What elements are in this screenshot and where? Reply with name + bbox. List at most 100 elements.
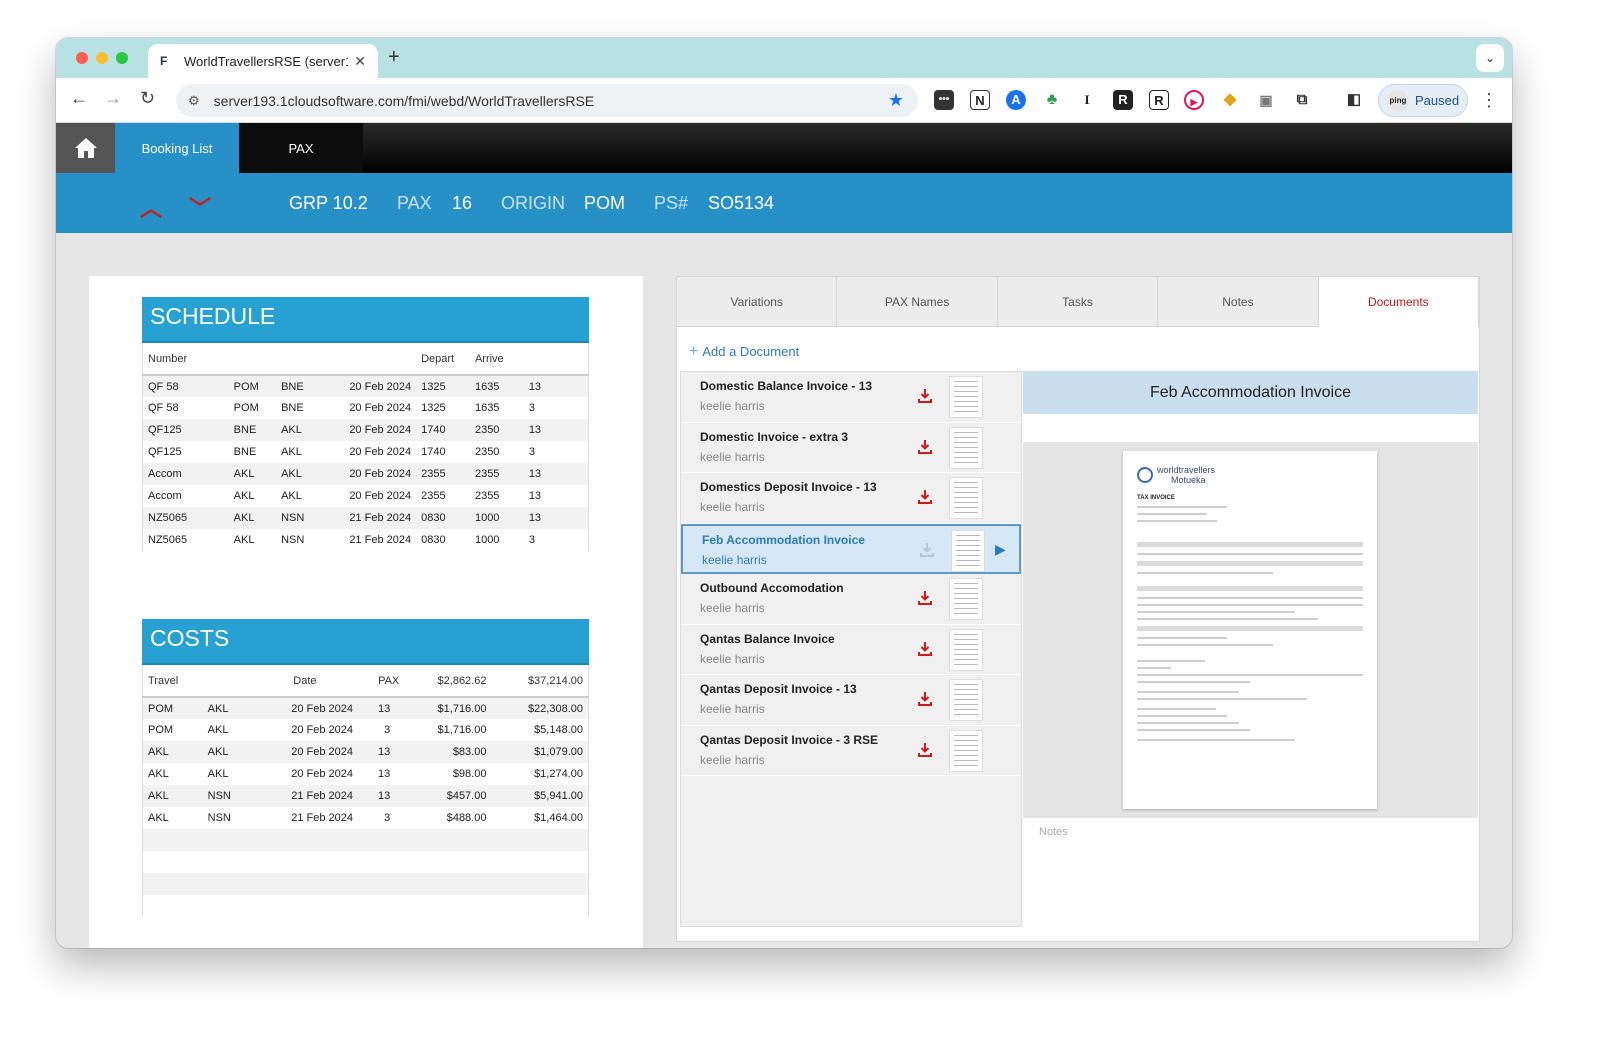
download-icon[interactable] — [917, 641, 933, 657]
extension-1-icon[interactable]: ••• — [934, 90, 954, 110]
extension-diamond-icon[interactable]: ◆ — [1220, 90, 1240, 110]
tab-pax[interactable]: PAX — [239, 123, 363, 173]
document-author: keelie harris — [700, 651, 765, 666]
invoice-brand: worldtravellers — [1157, 465, 1216, 475]
schedule-header-cell — [523, 343, 589, 376]
previous-record-icon[interactable]: ︿ — [140, 191, 162, 223]
costs-cell: 13 — [358, 697, 405, 719]
notion-extension-icon[interactable]: N — [970, 90, 990, 110]
schedule-title: SCHEDULE — [142, 297, 589, 343]
costs-cell: 20 Feb 2024 — [291, 724, 354, 736]
costs-cell: AKL — [148, 812, 169, 824]
costs-empty-cell — [143, 895, 203, 917]
download-icon[interactable] — [917, 489, 933, 505]
booking-header: ︿ ﹀ GRP 10.2 PAX 16 ORIGIN POM PS# SO513… — [56, 173, 1512, 233]
browser-menu-icon[interactable]: ⋮ — [1480, 90, 1498, 111]
document-item[interactable]: Qantas Deposit Invoice - 3 RSE keelie har… — [681, 725, 1021, 776]
camera-extension-icon[interactable]: ▣ — [1256, 90, 1276, 110]
costs-cell: $5,148.00 — [534, 724, 583, 736]
tab-variations[interactable]: Variations — [677, 277, 838, 327]
costs-cell: $457.00 — [404, 785, 492, 807]
home-button[interactable] — [56, 123, 115, 173]
costs-row: AKL NSN 21 Feb 2024 3 $488.00 $1,464.00 — [143, 807, 589, 829]
extension-r-dark-icon[interactable]: R — [1113, 90, 1133, 110]
extension-r-icon[interactable]: R — [1149, 90, 1169, 110]
download-icon[interactable] — [917, 590, 933, 606]
schedule-cell: 1635 — [474, 402, 500, 414]
schedule-row: QF 58 POM BNE 20 Feb 2024 1325 1635 13 — [142, 375, 589, 397]
add-document-button[interactable]: + Add a Document — [689, 343, 799, 361]
tab-search-icon[interactable]: ⌄ — [1476, 44, 1504, 72]
notes-field[interactable]: Notes — [1039, 826, 1068, 838]
tab-booking-list[interactable]: Booking List — [115, 123, 239, 173]
costs-empty-cell — [252, 895, 358, 917]
tab-notes[interactable]: Notes — [1158, 277, 1319, 327]
document-item[interactable]: Qantas Balance Invoice keelie harris — [681, 624, 1021, 675]
costs-empty-row — [142, 873, 589, 895]
schedule-header-row: Number Depart Arrive — [142, 343, 589, 376]
document-list: Domestic Balance Invoice - 13 keelie harr… — [680, 371, 1022, 927]
costs-cell: $5,941.00 — [491, 785, 589, 807]
document-item[interactable]: Outbound Accomodation keelie harris — [681, 574, 1021, 625]
side-panel-icon[interactable]: ◧ — [1344, 90, 1364, 110]
document-title: Outbound Accomodation — [700, 581, 844, 595]
schedule-cell: QF125 — [148, 446, 182, 458]
document-item[interactable]: Feb Accommodation Invoice keelie harris ▶ — [681, 523, 1021, 574]
document-item[interactable]: Domestic Invoice - extra 3 keelie harris — [681, 422, 1021, 473]
minimize-window-button[interactable] — [96, 52, 108, 64]
schedule-cell: 2355 — [421, 490, 446, 502]
schedule-header-cell — [338, 343, 417, 376]
browser-tab-bar: F WorldTravellersRSE (server19 ✕ + ⌄ — [56, 38, 1512, 78]
costs-row: AKL NSN 21 Feb 2024 13 $457.00 $5,941.00 — [142, 785, 589, 807]
extensions-puzzle-icon[interactable]: ⧉ — [1292, 90, 1312, 110]
document-author: keelie harris — [700, 702, 765, 716]
costs-cell: NSN — [207, 812, 231, 824]
browser-tab-title: WorldTravellersRSE (server19 — [184, 53, 349, 69]
back-icon[interactable]: ← — [70, 88, 88, 109]
tab-documents[interactable]: Documents — [1318, 277, 1480, 327]
schedule-row: QF125 BNE AKL 20 Feb 2024 1740 2350 3 — [143, 441, 589, 463]
next-record-icon[interactable]: ﹀ — [189, 191, 211, 223]
download-icon[interactable] — [917, 439, 933, 455]
browser-tab[interactable]: F WorldTravellersRSE (server19 ✕ — [148, 44, 378, 78]
add-document-label: Add a Document — [702, 344, 800, 359]
extension-leaf-icon[interactable]: ♣ — [1042, 90, 1062, 110]
costs-cell: 13 — [378, 768, 391, 780]
play-preview-icon[interactable]: ▶ — [995, 541, 1006, 558]
close-window-button[interactable] — [76, 52, 88, 64]
address-bar[interactable]: ⚙ server193.1cloudsoftware.com/fmi/webd/… — [176, 84, 918, 117]
costs-cell: $98.00 — [452, 768, 487, 780]
close-tab-icon[interactable]: ✕ — [354, 53, 366, 70]
document-item[interactable]: Domestic Balance Invoice - 13 keelie harr… — [681, 372, 1021, 423]
invoice-page-thumbnail: worldtravellers Motueka TAX INVOICE — [1123, 451, 1377, 809]
download-icon[interactable] — [917, 388, 933, 404]
extension-play-icon[interactable]: ▶ — [1184, 90, 1204, 110]
extension-i-icon[interactable]: I — [1077, 90, 1097, 110]
ps-label: PS# — [654, 193, 689, 213]
profile-button[interactable]: ping Paused — [1378, 84, 1468, 117]
tab-pax-names[interactable]: PAX Names — [837, 277, 998, 327]
reload-icon[interactable]: ↻ — [140, 88, 155, 109]
schedule-cell: AKL — [233, 490, 255, 502]
document-title: Domestic Balance Invoice - 13 — [700, 379, 873, 393]
tab-tasks[interactable]: Tasks — [997, 277, 1159, 327]
costs-header-row: Travel Date PAX $2,862.62 $37,214.00 — [142, 665, 589, 698]
zoom-window-button[interactable] — [116, 52, 128, 64]
new-tab-icon[interactable]: + — [388, 46, 400, 69]
costs-cell: $488.00 — [446, 812, 487, 824]
document-thumbnail — [949, 628, 983, 671]
document-item[interactable]: Qantas Deposit Invoice - 13 keelie harris — [681, 675, 1021, 726]
download-icon[interactable] — [919, 542, 935, 558]
document-item[interactable]: Domestics Deposit Invoice - 13 keelie har… — [681, 473, 1021, 524]
bookmark-star-icon[interactable]: ★ — [888, 90, 904, 111]
download-icon[interactable] — [917, 742, 933, 758]
schedule-header-cell: Depart — [416, 343, 470, 376]
schedule-cell: QF 58 — [148, 402, 179, 414]
costs-cell: 21 Feb 2024 — [291, 812, 354, 824]
extension-a-icon[interactable]: A — [1006, 90, 1026, 110]
forward-icon[interactable]: → — [104, 88, 122, 109]
schedule-cell: 13 — [523, 419, 589, 441]
download-icon[interactable] — [917, 691, 933, 707]
document-thumbnail — [949, 477, 983, 519]
site-info-icon[interactable]: ⚙ — [188, 93, 200, 109]
